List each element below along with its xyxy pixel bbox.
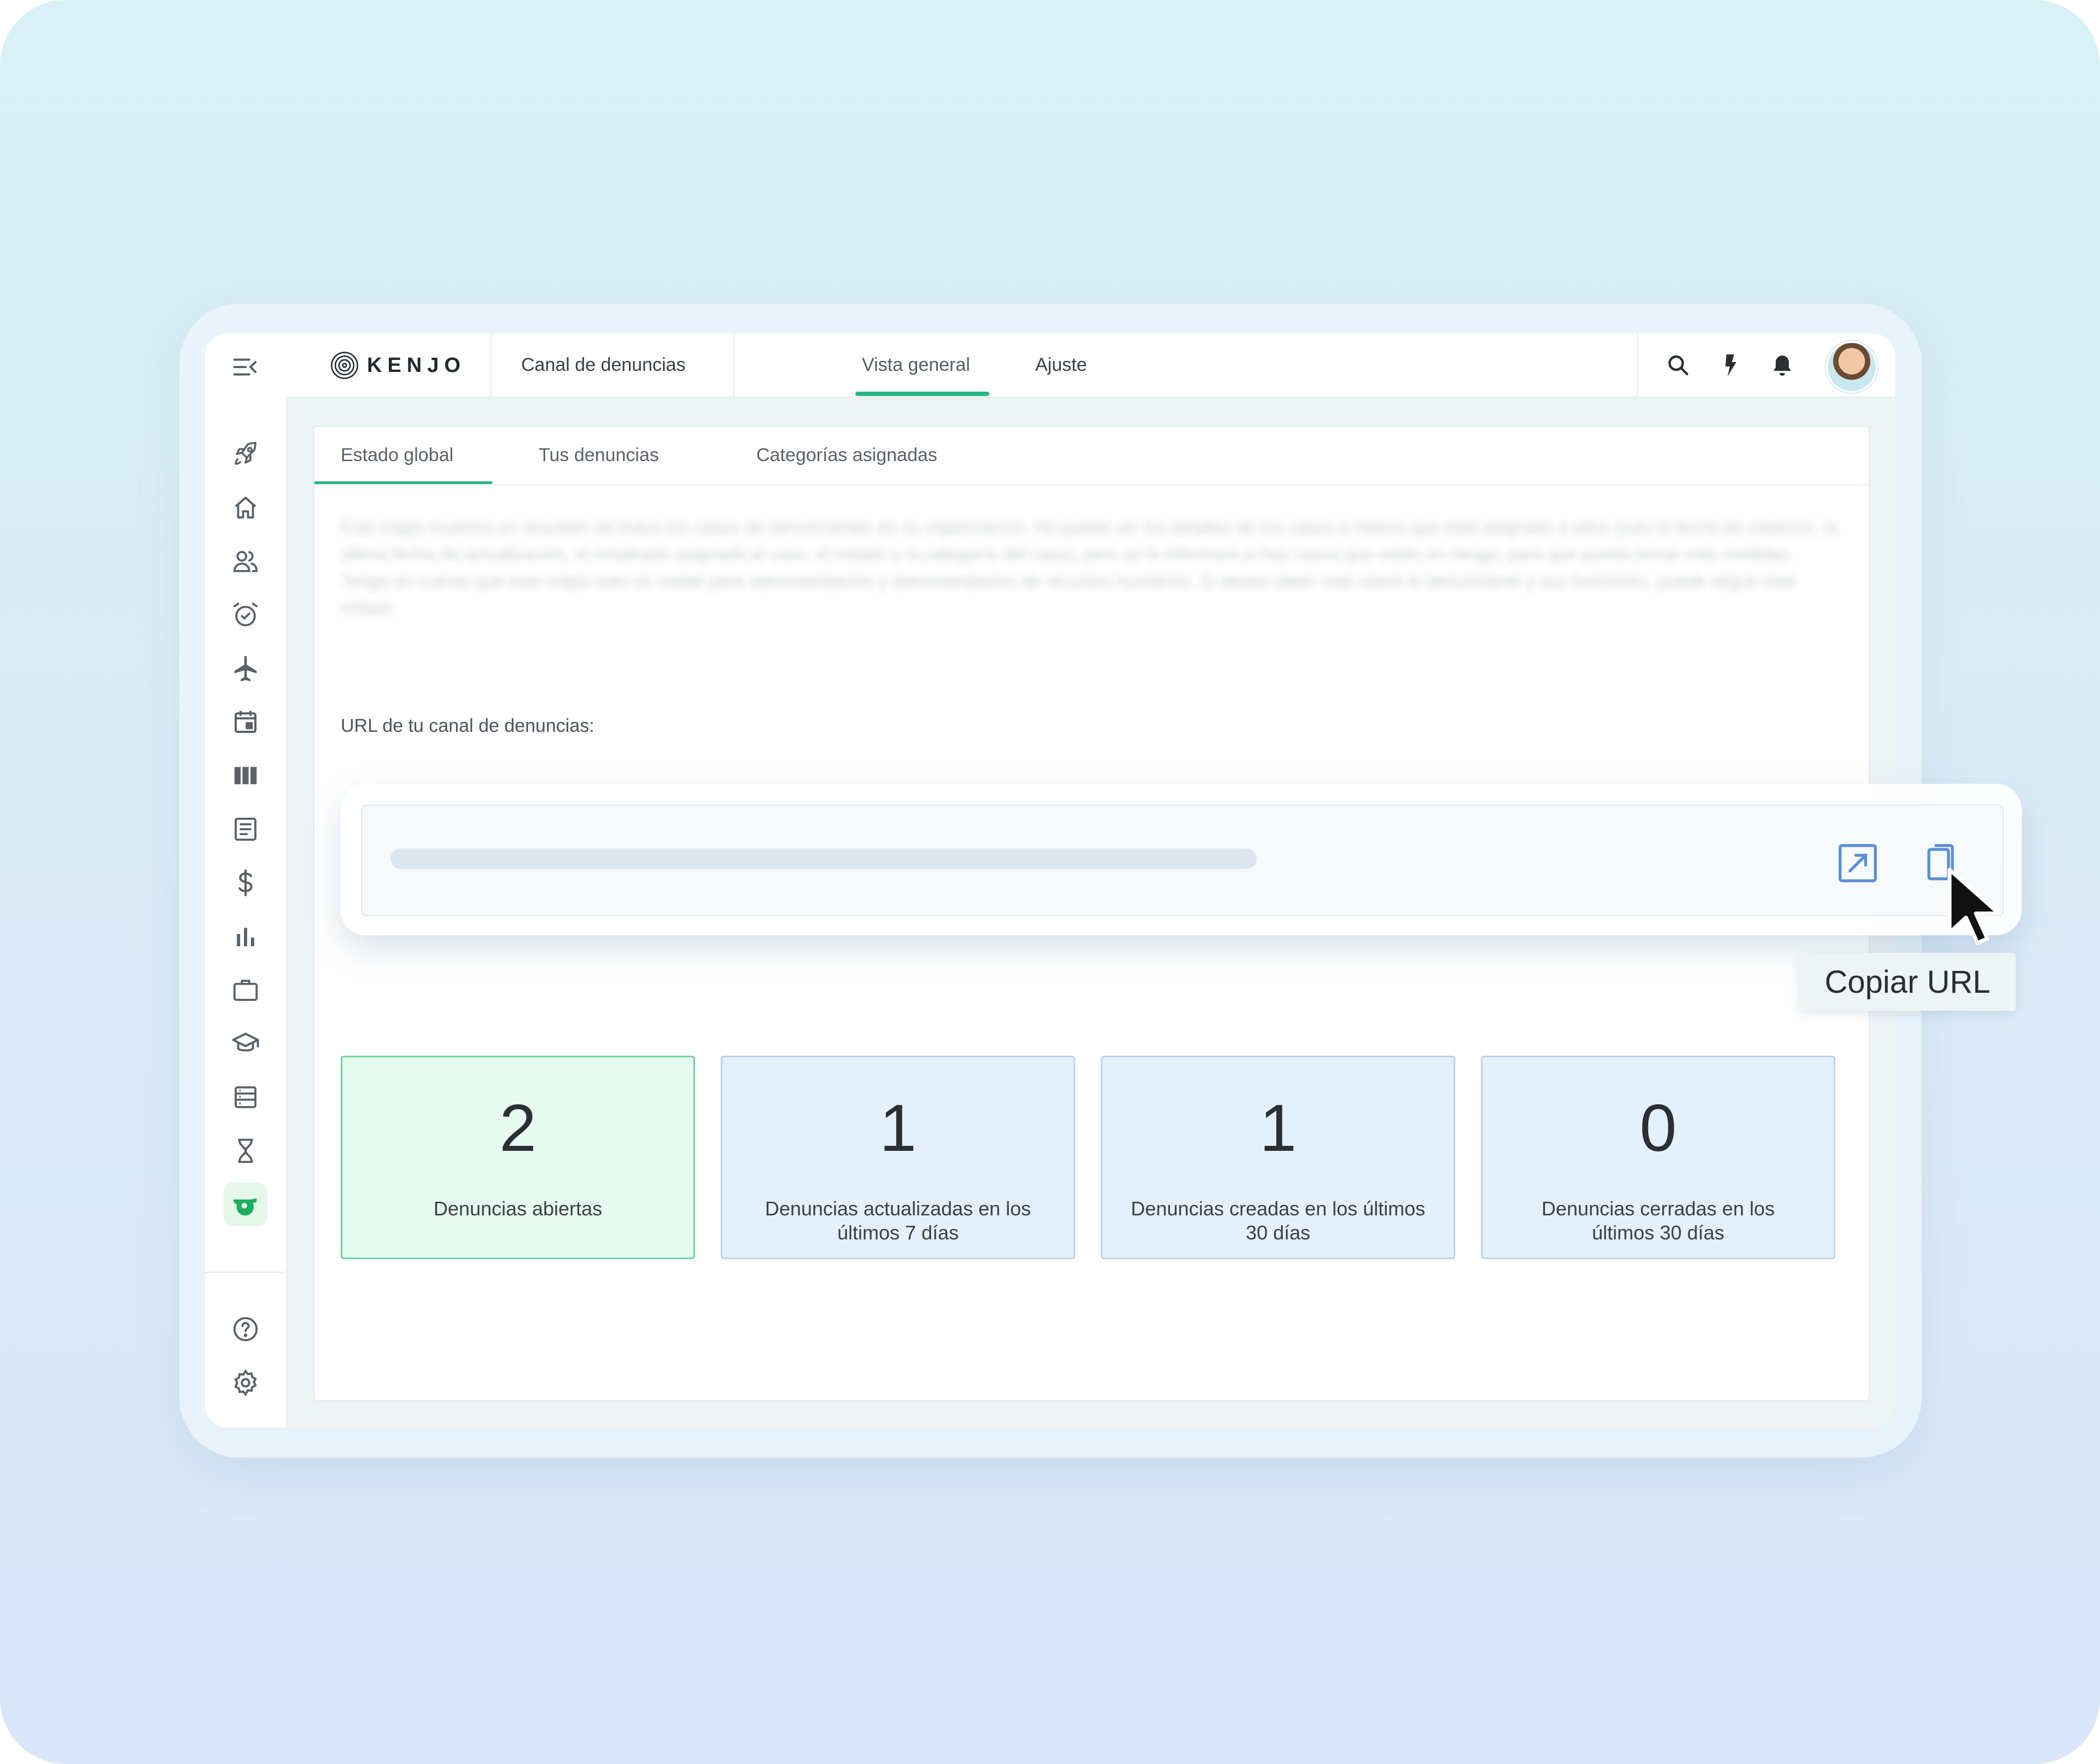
stat-value: 1 [1259, 1091, 1297, 1165]
subtab-categorias-asignadas[interactable]: Categorías asignadas [756, 427, 937, 484]
stat-tile-closed-30-days[interactable]: 0 Denuncias cerradas en los últimos 30 d… [1481, 1056, 1835, 1259]
brand-logo[interactable]: KENJO [330, 350, 466, 381]
fingerprint-logo-icon [331, 352, 358, 379]
home-icon[interactable] [224, 486, 267, 529]
notifications-bell-icon[interactable] [1767, 350, 1798, 381]
document-icon[interactable] [224, 807, 267, 851]
stat-label: Denuncias actualizadas en los últimos 7 … [765, 1197, 1031, 1244]
bar-chart-icon[interactable] [224, 915, 267, 958]
copy-url-tooltip: Copiar URL [1799, 953, 2016, 1011]
intro-description: Este mapa muestra un resumen de todos lo… [341, 517, 1837, 618]
people-icon[interactable] [224, 539, 267, 583]
mouse-cursor-icon [1947, 868, 2001, 945]
active-subtab-indicator [314, 481, 492, 484]
gear-icon[interactable] [224, 1361, 267, 1405]
url-field[interactable] [361, 805, 2004, 916]
stat-tile-open[interactable]: 2 Denuncias abiertas [341, 1056, 695, 1259]
lightning-icon[interactable] [1716, 350, 1746, 381]
stat-tile-updated-7-days[interactable]: 1 Denuncias actualizadas en los últimos … [721, 1056, 1075, 1259]
stat-label: Denuncias cerradas en los últimos 30 día… [1541, 1197, 1775, 1244]
header-divider [491, 334, 492, 397]
columns-icon[interactable] [224, 754, 267, 797]
header-divider [733, 334, 734, 397]
url-placeholder-bar [390, 848, 1257, 869]
stat-tile-created-30-days[interactable]: 1 Denuncias creadas en los últimos 30 dí… [1101, 1056, 1455, 1259]
search-icon[interactable] [1663, 350, 1694, 381]
sidebar [205, 334, 287, 1428]
alarm-clock-icon[interactable] [224, 593, 267, 637]
open-external-icon[interactable] [1833, 839, 1882, 888]
briefcase-icon[interactable] [224, 968, 267, 1012]
tab-vista-general[interactable]: Vista general [862, 334, 970, 397]
hourglass-icon[interactable] [224, 1129, 267, 1173]
sidebar-divider [205, 1272, 286, 1273]
top-header: KENJO Canal de denuncias Vista general A… [286, 334, 1895, 398]
stat-label: Denuncias abiertas [433, 1197, 603, 1220]
url-section-label: URL de tu canal de denuncias: [341, 715, 594, 736]
tab-ajuste[interactable]: Ajuste [1035, 334, 1087, 397]
graduation-cap-icon[interactable] [224, 1022, 267, 1066]
active-tab-indicator [855, 392, 989, 396]
subtab-tus-denuncias[interactable]: Tus denuncias [539, 427, 659, 484]
help-icon[interactable] [224, 1307, 267, 1351]
stat-value: 2 [499, 1091, 536, 1165]
whistle-icon[interactable] [224, 1183, 267, 1226]
subtab-estado-global[interactable]: Estado global [341, 427, 453, 484]
brand-name: KENJO [367, 353, 466, 377]
stat-value: 1 [879, 1091, 917, 1165]
menu-collapse-icon[interactable] [224, 345, 267, 389]
user-avatar[interactable] [1826, 341, 1877, 393]
rocket-icon[interactable] [224, 432, 267, 476]
dollar-icon[interactable] [224, 861, 267, 905]
sub-tabs: Estado global Tus denuncias Categorías a… [314, 427, 1869, 485]
airplane-icon[interactable] [224, 647, 267, 690]
header-divider [1637, 334, 1638, 397]
stats-tiles: 2 Denuncias abiertas 1 Denuncias actuali… [341, 1056, 1839, 1259]
stat-label: Denuncias creadas en los últimos 30 días [1130, 1197, 1426, 1244]
stat-value: 0 [1640, 1091, 1677, 1165]
calendar-icon[interactable] [224, 700, 267, 744]
server-list-icon[interactable] [224, 1075, 267, 1119]
url-panel [340, 784, 2022, 935]
tab-canal-de-denuncias[interactable]: Canal de denuncias [521, 334, 686, 397]
